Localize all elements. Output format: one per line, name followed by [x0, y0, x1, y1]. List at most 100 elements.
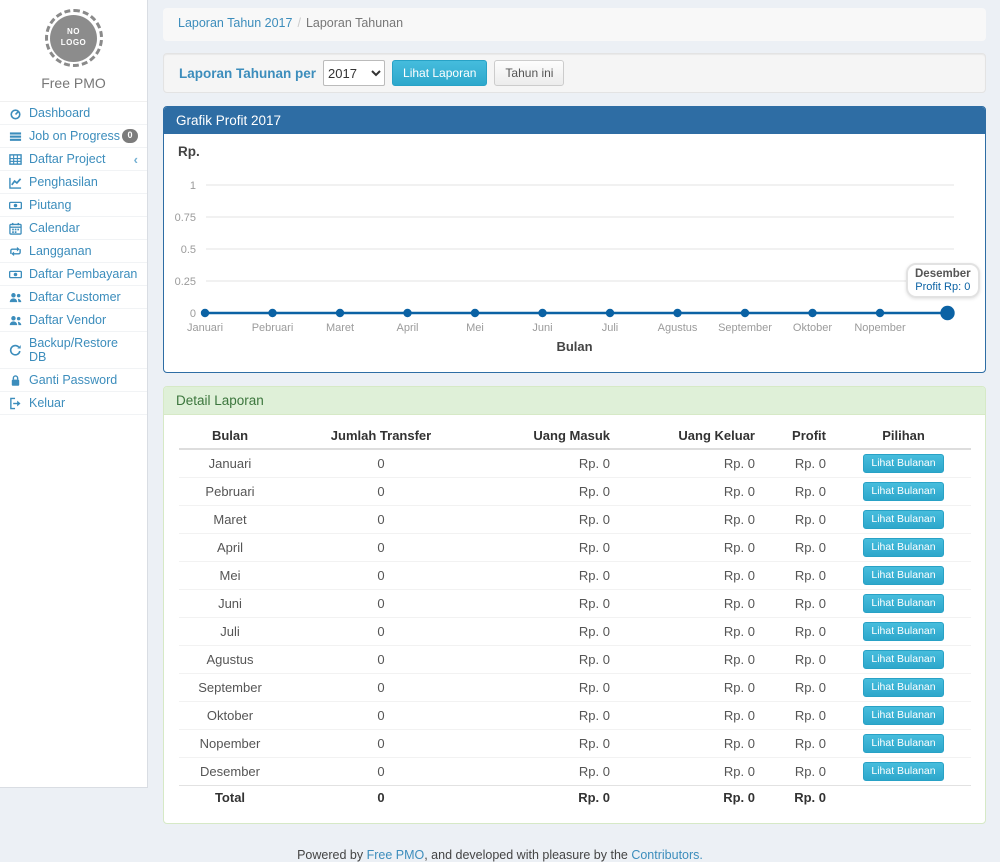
sidebar-item-piutang[interactable]: Piutang	[0, 194, 147, 217]
table-action-cell: Lihat Bulanan	[836, 449, 971, 478]
svg-text:0: 0	[190, 308, 196, 320]
sidebar-item-daftar-pembayaran[interactable]: Daftar Pembayaran	[0, 263, 147, 286]
svg-text:0.75: 0.75	[175, 212, 196, 224]
table-cell: Rp. 0	[481, 449, 620, 478]
sidebar-item-daftar-vendor[interactable]: Daftar Vendor	[0, 309, 147, 332]
table-cell: Desember	[179, 758, 281, 786]
lihat-bulanan-button[interactable]: Lihat Bulanan	[863, 454, 943, 473]
profit-chart-svg: 00.250.50.751JanuariPebruariMaretAprilMe…	[164, 134, 985, 372]
table-cell: 0	[281, 646, 481, 674]
table-cell: Rp. 0	[620, 534, 765, 562]
table-cell: Rp. 0	[620, 506, 765, 534]
lihat-bulanan-button[interactable]: Lihat Bulanan	[863, 566, 943, 585]
table-cell: Rp. 0	[481, 730, 620, 758]
tooltip-month: Desember	[915, 268, 971, 280]
lihat-bulanan-button[interactable]: Lihat Bulanan	[863, 482, 943, 501]
lihat-bulanan-button[interactable]: Lihat Bulanan	[863, 678, 943, 697]
sidebar-item-backup-restore-db[interactable]: Backup/Restore DB	[0, 332, 147, 369]
lihat-bulanan-button[interactable]: Lihat Bulanan	[863, 510, 943, 529]
table-cell: Rp. 0	[765, 506, 836, 534]
table-cell: Rp. 0	[481, 618, 620, 646]
breadcrumb: Laporan Tahun 2017/Laporan Tahunan	[163, 8, 986, 41]
column-header: Profit	[765, 425, 836, 449]
contributors-link[interactable]: Contributors.	[631, 848, 703, 862]
table-cell: Rp. 0	[620, 730, 765, 758]
table-cell: Total	[179, 786, 281, 811]
table-cell: Rp. 0	[765, 534, 836, 562]
footer-text-prefix: Powered by	[297, 848, 366, 862]
svg-text:1: 1	[190, 180, 196, 192]
table-cell: Rp. 0	[620, 562, 765, 590]
table-cell: Rp. 0	[481, 590, 620, 618]
sidebar-item-label: Daftar Pembayaran	[29, 267, 137, 281]
lihat-bulanan-button[interactable]: Lihat Bulanan	[863, 706, 943, 725]
sidebar-item-label: Job on Progress	[29, 129, 120, 143]
lihat-laporan-button[interactable]: Lihat Laporan	[392, 60, 487, 86]
table-action-cell: Lihat Bulanan	[836, 730, 971, 758]
table-row: Oktober0Rp. 0Rp. 0Rp. 0Lihat Bulanan	[179, 702, 971, 730]
sidebar-item-job-on-progress[interactable]: Job on Progress0	[0, 125, 147, 148]
sidebar-item-label: Daftar Project	[29, 152, 105, 166]
table-action-cell	[836, 786, 971, 811]
svg-text:Agustus: Agustus	[658, 322, 698, 334]
app-logo: NO LOGO	[0, 0, 147, 67]
sidebar-item-langganan[interactable]: Langganan	[0, 240, 147, 263]
sidebar: NO LOGO Free PMO DashboardJob on Progres…	[0, 0, 148, 788]
table-cell: Rp. 0	[765, 730, 836, 758]
free-pmo-link[interactable]: Free PMO	[367, 848, 425, 862]
sidebar-item-keluar[interactable]: Keluar	[0, 392, 147, 415]
table-cell: 0	[281, 534, 481, 562]
lihat-bulanan-button[interactable]: Lihat Bulanan	[863, 734, 943, 753]
lihat-bulanan-button[interactable]: Lihat Bulanan	[863, 594, 943, 613]
sidebar-item-daftar-customer[interactable]: Daftar Customer	[0, 286, 147, 309]
lihat-bulanan-button[interactable]: Lihat Bulanan	[863, 762, 943, 781]
column-header: Jumlah Transfer	[281, 425, 481, 449]
footer: Powered by Free PMO, and developed with …	[0, 824, 1000, 862]
table-icon	[9, 153, 26, 166]
svg-text:Juli: Juli	[602, 322, 619, 334]
table-cell: Oktober	[179, 702, 281, 730]
svg-text:Pebruari: Pebruari	[252, 322, 294, 334]
svg-text:Januari: Januari	[187, 322, 223, 334]
sign-out-icon	[9, 397, 26, 410]
table-row: Desember0Rp. 0Rp. 0Rp. 0Lihat Bulanan	[179, 758, 971, 786]
sidebar-item-label: Keluar	[29, 396, 65, 410]
svg-text:Mei: Mei	[466, 322, 484, 334]
table-action-cell: Lihat Bulanan	[836, 478, 971, 506]
tahun-ini-button[interactable]: Tahun ini	[494, 60, 564, 86]
sidebar-item-label: Calendar	[29, 221, 80, 235]
sidebar-item-dashboard[interactable]: Dashboard	[0, 102, 147, 125]
table-action-cell: Lihat Bulanan	[836, 590, 971, 618]
table-cell: Rp. 0	[481, 674, 620, 702]
table-row: April0Rp. 0Rp. 0Rp. 0Lihat Bulanan	[179, 534, 971, 562]
sidebar-item-penghasilan[interactable]: Penghasilan	[0, 171, 147, 194]
footer-text-middle: , and developed with pleasure by the	[424, 848, 631, 862]
table-cell: Rp. 0	[620, 618, 765, 646]
table-cell: Rp. 0	[765, 618, 836, 646]
users-icon	[9, 314, 26, 327]
table-cell: April	[179, 534, 281, 562]
breadcrumb-link[interactable]: Laporan Tahun 2017	[178, 16, 292, 30]
sidebar-item-label: Langganan	[29, 244, 92, 258]
svg-text:September: September	[718, 322, 772, 334]
profit-chart-panel: Grafik Profit 2017 Rp. 00.250.50.751Janu…	[163, 106, 986, 373]
svg-text:0.5: 0.5	[181, 244, 196, 256]
table-cell: Rp. 0	[765, 674, 836, 702]
sidebar-item-label: Dashboard	[29, 106, 90, 120]
report-controls-well: Laporan Tahunan per 2017 Lihat Laporan T…	[163, 53, 986, 93]
lihat-bulanan-button[interactable]: Lihat Bulanan	[863, 650, 943, 669]
report-panel-title: Detail Laporan	[164, 387, 985, 415]
profit-chart: Rp. 00.250.50.751JanuariPebruariMaretApr…	[164, 134, 985, 372]
table-action-cell: Lihat Bulanan	[836, 646, 971, 674]
table-cell: 0	[281, 449, 481, 478]
line-chart-icon	[9, 176, 26, 189]
lihat-bulanan-button[interactable]: Lihat Bulanan	[863, 538, 943, 557]
year-select[interactable]: 2017	[323, 60, 385, 86]
sidebar-item-daftar-project[interactable]: Daftar Project‹	[0, 148, 147, 171]
sidebar-item-ganti-password[interactable]: Ganti Password	[0, 369, 147, 392]
table-row: Mei0Rp. 0Rp. 0Rp. 0Lihat Bulanan	[179, 562, 971, 590]
sidebar-item-calendar[interactable]: Calendar	[0, 217, 147, 240]
lihat-bulanan-button[interactable]: Lihat Bulanan	[863, 622, 943, 641]
count-badge: 0	[122, 129, 138, 143]
table-cell: Januari	[179, 449, 281, 478]
